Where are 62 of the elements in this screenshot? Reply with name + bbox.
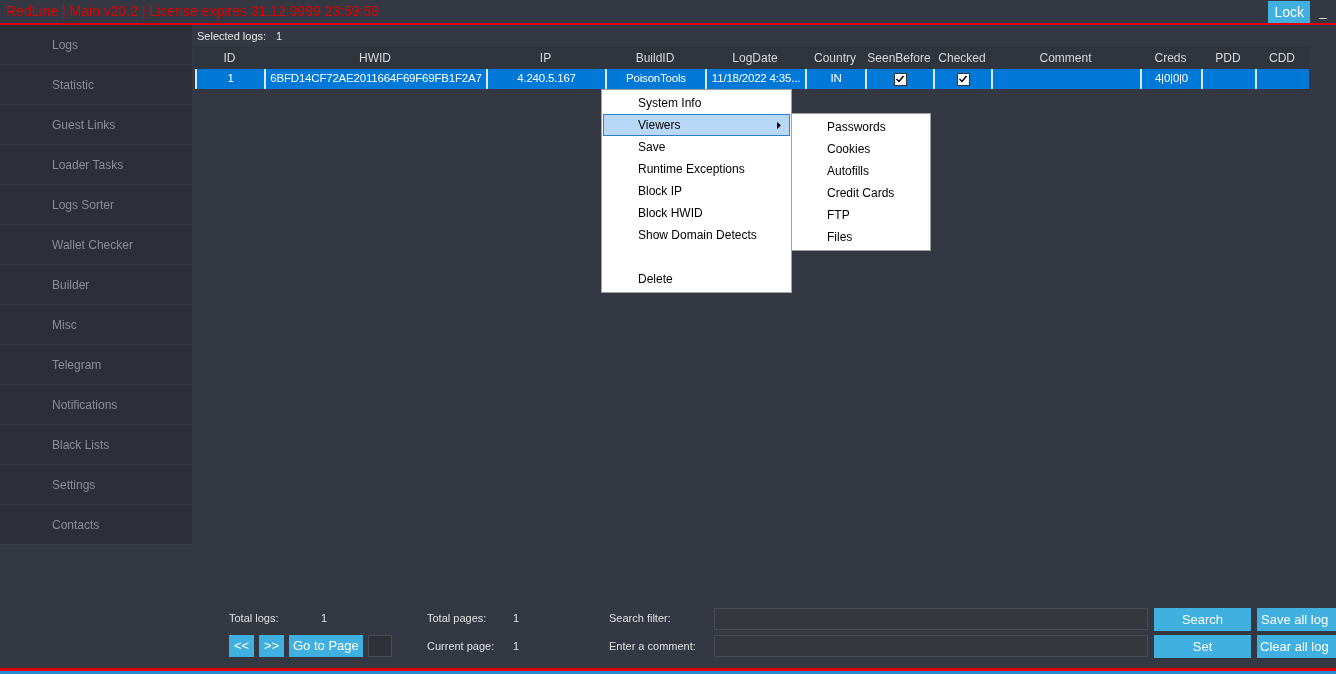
total-pages-label: Total pages:: [427, 610, 488, 626]
column-header[interactable]: BuildID: [605, 49, 705, 67]
column-header[interactable]: ID: [195, 49, 264, 67]
current-page-label: Current page:: [427, 638, 496, 654]
column-header[interactable]: Comment: [991, 49, 1140, 67]
comment-label: Enter a comment:: [609, 638, 696, 654]
search-filter-field[interactable]: [714, 608, 1148, 630]
sidebar-item[interactable]: Misc: [0, 305, 192, 345]
sidebar-item[interactable]: Builder: [0, 265, 192, 305]
menu-item[interactable]: FTP: [792, 204, 930, 226]
total-pages-value: 1: [513, 610, 520, 626]
sidebar-item[interactable]: Black Lists: [0, 425, 192, 465]
window-title: RedLine | Main v20.2 | License expires 31.12.9999 23:59:59: [6, 2, 380, 21]
table-cell: 1: [195, 69, 264, 89]
checkbox[interactable]: [956, 72, 970, 86]
table-cell: 6BFD14CF72AE2011664F69F69FB1F2A7: [264, 69, 486, 89]
menu-item[interactable]: Save: [603, 136, 790, 158]
column-header[interactable]: Creds: [1140, 49, 1201, 67]
table-row[interactable]: 1 6BFD14CF72AE2011664F69F69FB1F2A7 4.240.5.167 PoisonTools 11/18/2022 4:35... IN 4|0|0|0: [195, 69, 1309, 89]
sidebar-item[interactable]: Settings: [0, 465, 192, 505]
sidebar-item[interactable]: Contacts: [0, 505, 192, 545]
table-cell: 4|0|0|0: [1140, 69, 1201, 89]
minimize-button[interactable]: _: [1310, 0, 1336, 23]
menu-item[interactable]: System Info: [603, 92, 790, 114]
selected-logs-value: 1: [276, 28, 283, 44]
sidebar-item[interactable]: Loader Tasks: [0, 145, 192, 185]
sidebar-item[interactable]: Guest Links: [0, 105, 192, 145]
current-page-value: 1: [513, 638, 520, 654]
column-header[interactable]: SeenBefore: [865, 49, 933, 67]
menu-item[interactable]: Credit Cards: [792, 182, 930, 204]
sidebar-item[interactable]: Telegram: [0, 345, 192, 385]
menu-item[interactable]: Block HWID: [603, 202, 790, 224]
total-logs-label: Total logs:: [229, 610, 280, 626]
page-number-field[interactable]: [367, 635, 392, 657]
column-header[interactable]: HWID: [264, 49, 486, 67]
column-header[interactable]: IP: [486, 49, 605, 67]
menu-item[interactable]: Viewers: [603, 114, 790, 136]
column-header[interactable]: Country: [805, 49, 865, 67]
menu-item[interactable]: Block IP: [603, 180, 790, 202]
sidebar-item[interactable]: Logs: [0, 25, 192, 65]
sidebar-item[interactable]: Logs Sorter: [0, 185, 192, 225]
comment-field[interactable]: [714, 635, 1148, 657]
menu-item[interactable]: Show Domain Detects: [603, 224, 790, 246]
column-header[interactable]: Checked: [933, 49, 991, 67]
menu-item[interactable]: Cookies: [792, 138, 930, 160]
total-logs-value: 1: [321, 610, 328, 626]
menu-item[interactable]: Passwords: [792, 116, 930, 138]
selected-logs-label: Selected logs:: [197, 28, 267, 44]
menu-item[interactable]: Runtime Exceptions: [603, 158, 790, 180]
menu-item[interactable]: Files: [792, 226, 930, 248]
search-filter-label: Search filter:: [609, 610, 671, 626]
sidebar-item[interactable]: Wallet Checker: [0, 225, 192, 265]
column-header[interactable]: PDD: [1201, 49, 1255, 67]
menu-item[interactable]: Autofills: [792, 160, 930, 182]
menu-item[interactable]: Delete: [603, 268, 790, 290]
checkbox[interactable]: [893, 72, 907, 86]
submenu-arrow-icon: [777, 121, 781, 129]
table-cell: IN: [805, 69, 865, 89]
sidebar-item[interactable]: Statistic: [0, 65, 192, 105]
column-header[interactable]: CDD: [1255, 49, 1309, 67]
sidebar-item[interactable]: Notifications: [0, 385, 192, 425]
column-header[interactable]: LogDate: [705, 49, 805, 67]
